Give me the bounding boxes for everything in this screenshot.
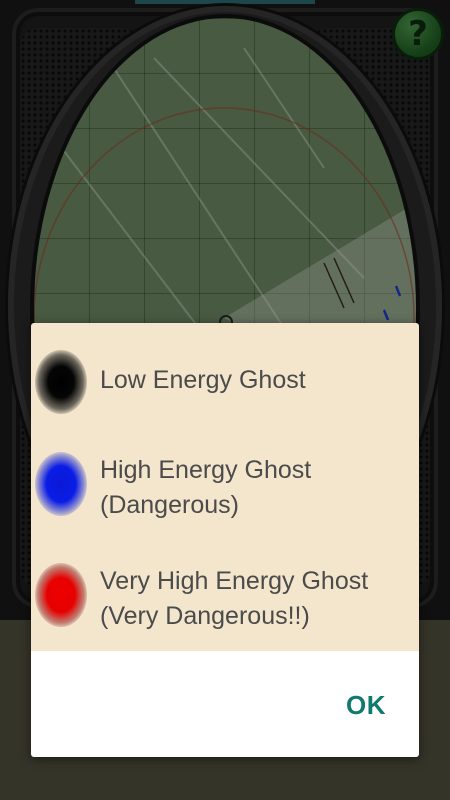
legend-item-very-high-energy: Very High Energy Ghost (Very Dangerous!!… [31,558,419,648]
screen: ? Low Energy Ghost High Energy Ghost (Da… [0,0,450,800]
red-dot-icon [35,563,87,627]
dialog-footer: OK [31,651,419,757]
ghost-legend-dialog: Low Energy Ghost High Energy Ghost (Dang… [31,323,419,757]
blue-dot-icon [35,452,87,516]
legend-item-low-energy: Low Energy Ghost [31,343,419,423]
legend-label-very-high-energy: Very High Energy Ghost (Very Dangerous!!… [100,567,369,630]
legend-content: Low Energy Ghost High Energy Ghost (Dang… [31,323,419,651]
ok-button[interactable]: OK [331,681,401,729]
legend-label-high-energy: High Energy Ghost (Dangerous) [100,456,312,519]
legend-item-high-energy: High Energy Ghost (Dangerous) [31,448,419,538]
black-dot-icon [35,350,87,414]
legend-label-low-energy: Low Energy Ghost [100,366,306,394]
